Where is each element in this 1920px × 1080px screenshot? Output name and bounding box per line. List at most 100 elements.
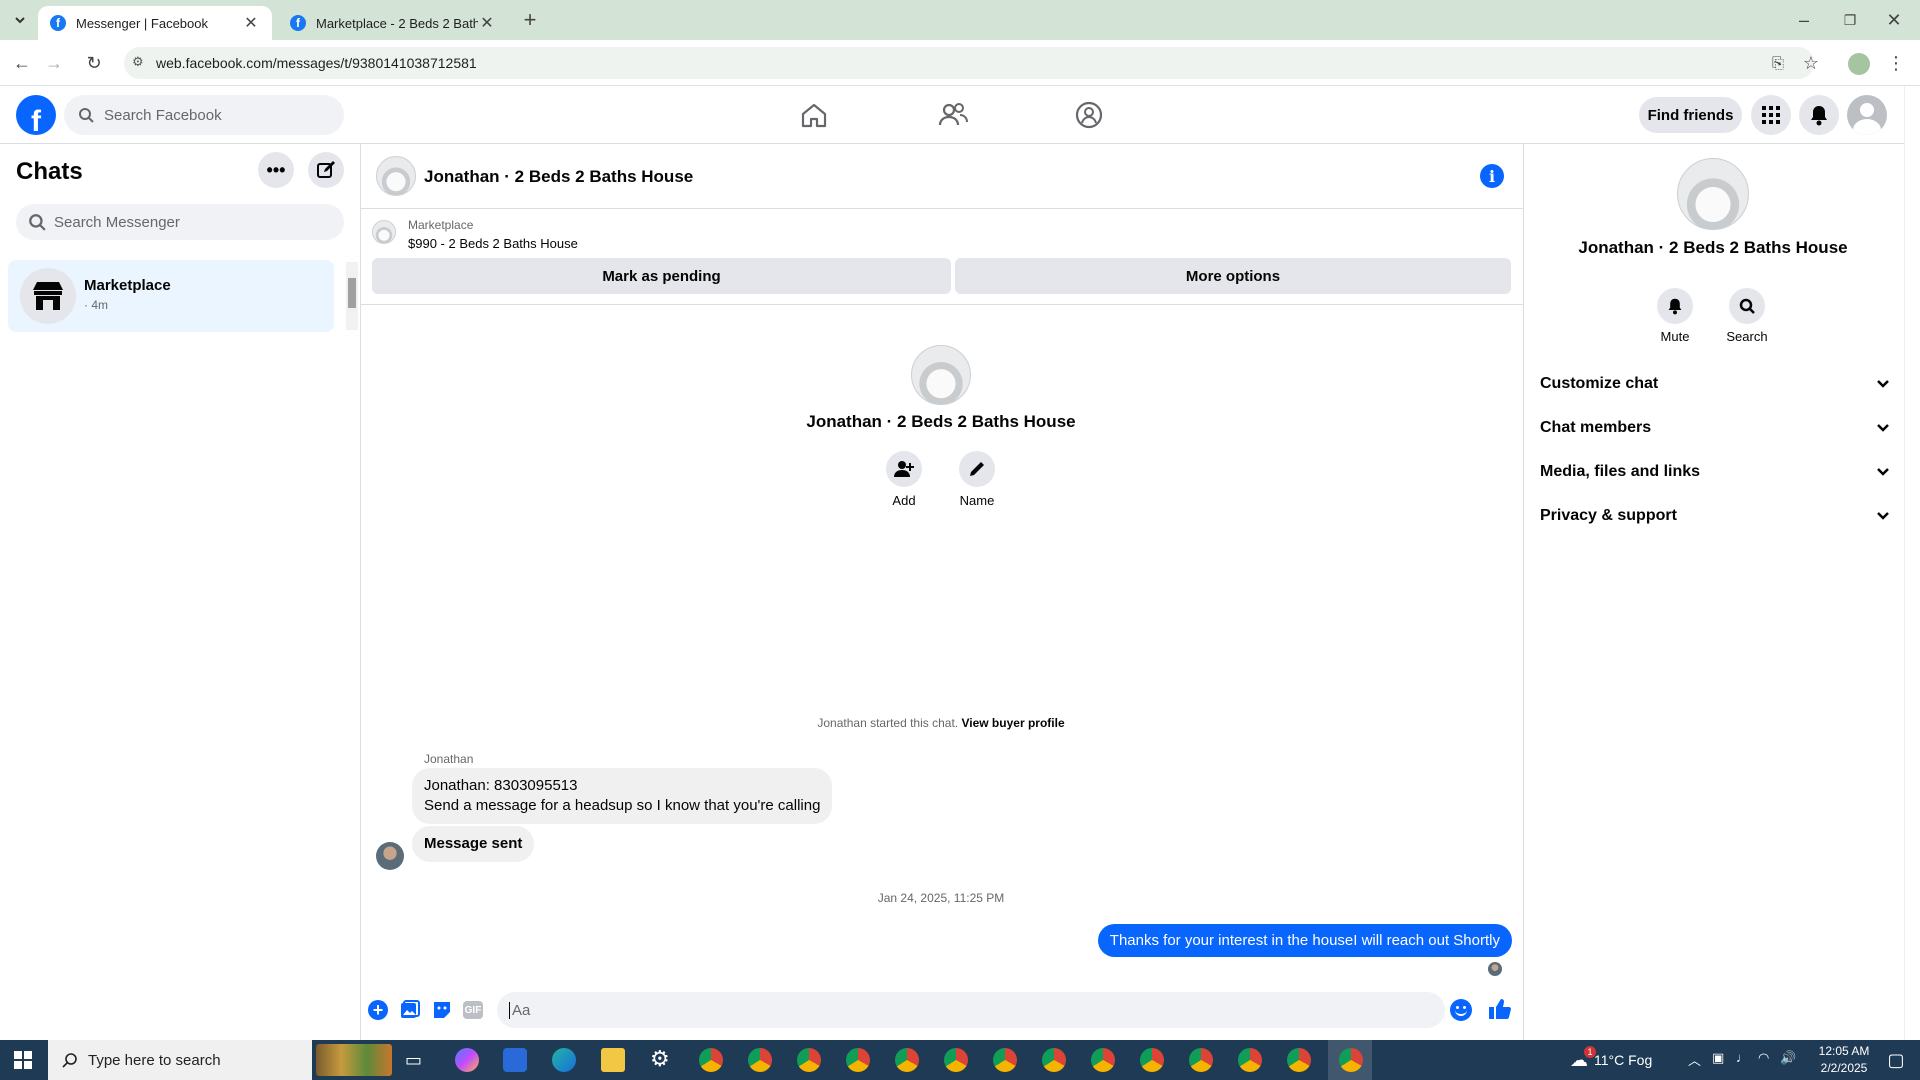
chrome-icon[interactable] [1238, 1048, 1262, 1072]
name-label: Name [959, 493, 995, 508]
outgoing-message-bubble[interactable]: Thanks for your interest in the houseI w… [1097, 924, 1512, 957]
copilot-icon[interactable] [455, 1048, 479, 1072]
volume-icon[interactable]: 🔊 [1780, 1050, 1796, 1066]
forward-button[interactable]: → [40, 49, 68, 77]
view-buyer-profile-link[interactable]: View buyer profile [961, 716, 1064, 730]
site-info-icon[interactable]: ⚙ [132, 54, 144, 70]
search-in-conversation-icon[interactable] [1729, 288, 1765, 324]
chrome-icon[interactable] [699, 1048, 723, 1072]
chrome-icon[interactable] [846, 1048, 870, 1072]
close-tab-icon[interactable]: ✕ [242, 13, 260, 33]
more-options-button[interactable]: More options [955, 258, 1511, 294]
mark-as-pending-button[interactable]: Mark as pending [372, 258, 951, 294]
taskbar-clock[interactable]: 12:05 AM 2/2/2025 [1808, 1043, 1880, 1077]
conversation-info-icon[interactable]: i [1480, 164, 1504, 188]
privacy-support-section[interactable]: Privacy & support [1540, 494, 1890, 538]
section-label: Customize chat [1540, 375, 1659, 392]
chrome-icon[interactable] [1140, 1048, 1164, 1072]
back-button[interactable]: ← [8, 49, 36, 77]
conversation-title[interactable]: Jonathan · 2 Beds 2 Baths House [424, 167, 693, 187]
url-field[interactable]: ⚙ web.facebook.com/messages/t/9380141038… [124, 47, 1814, 79]
minimize-button[interactable]: – [1790, 6, 1818, 34]
facebook-logo[interactable]: f [16, 95, 56, 135]
chrome-icon[interactable] [748, 1048, 772, 1072]
message-sent-bubble[interactable]: Message sent [412, 826, 535, 862]
chat-list-scrollbar[interactable] [346, 262, 358, 330]
chrome-icon[interactable] [797, 1048, 821, 1072]
chrome-icon[interactable] [895, 1048, 919, 1072]
sender-avatar[interactable] [376, 842, 404, 870]
tab-search-dropdown-icon[interactable] [6, 6, 34, 34]
listing-thumbnail[interactable] [372, 220, 396, 244]
new-tab-button[interactable]: + [516, 6, 544, 34]
conversation-avatar[interactable] [376, 156, 416, 196]
browser-menu-icon[interactable]: ⋮ [1882, 49, 1910, 77]
close-window-button[interactable]: ✕ [1880, 6, 1908, 34]
media-files-links-section[interactable]: Media, files and links [1540, 450, 1890, 494]
divider [360, 144, 361, 1040]
chrome-icon[interactable] [1042, 1048, 1066, 1072]
attach-image-icon[interactable] [400, 1000, 420, 1020]
bookmark-star-icon[interactable]: ☆ [1797, 49, 1825, 77]
notifications-bell-icon[interactable] [1799, 95, 1839, 135]
mute-bell-icon[interactable] [1657, 288, 1693, 324]
chat-list-item[interactable]: Marketplace · 4m [8, 260, 334, 332]
meet-now-icon[interactable]: ▣ [1712, 1050, 1724, 1066]
details-avatar[interactable] [1677, 158, 1749, 230]
network-icon[interactable]: ◠ [1758, 1050, 1769, 1066]
chrome-icon[interactable] [1189, 1048, 1213, 1072]
chrome-icon[interactable] [944, 1048, 968, 1072]
maximize-button[interactable]: ❐ [1836, 6, 1864, 34]
chevron-down-icon [1877, 468, 1889, 476]
settings-gear-icon[interactable]: ⚙ [650, 1046, 670, 1072]
windows-start-icon[interactable] [14, 1051, 32, 1069]
groups-icon[interactable] [1075, 101, 1103, 129]
show-hidden-icons-chevron-icon[interactable]: ︿ [1688, 1050, 1701, 1069]
tab-messenger[interactable]: f Messenger | Facebook ✕ [38, 6, 272, 40]
chrome-icon[interactable] [1339, 1048, 1363, 1072]
tab-marketplace[interactable]: f Marketplace - 2 Beds 2 Baths H ✕ [278, 6, 508, 40]
add-person-icon[interactable] [886, 451, 922, 487]
notification-center-icon[interactable]: ▢ [1880, 1044, 1912, 1076]
message-composer-input[interactable]: Aa [497, 992, 1445, 1028]
chrome-icon[interactable] [1091, 1048, 1115, 1072]
page-scrollbar[interactable] [1904, 86, 1920, 1040]
chats-options-icon[interactable]: ••• [258, 152, 294, 188]
microphone-icon[interactable]: ♩ [1736, 1050, 1749, 1065]
store-icon[interactable] [503, 1048, 527, 1072]
composer-placeholder: Aa [509, 1001, 530, 1019]
edge-icon[interactable] [552, 1048, 576, 1072]
thumbs-up-icon[interactable] [1488, 997, 1512, 1021]
weather-widget[interactable]: ☁ 1 11°C Fog [1570, 1040, 1652, 1080]
chat-members-section[interactable]: Chat members [1540, 406, 1890, 450]
sticker-icon[interactable] [432, 1000, 452, 1020]
more-actions-plus-icon[interactable]: + [368, 1000, 388, 1020]
find-friends-button[interactable]: Find friends [1639, 97, 1742, 133]
facebook-search-input[interactable]: Search Facebook [64, 95, 344, 135]
profile-icon[interactable] [1848, 53, 1870, 75]
messenger-search-input[interactable]: Search Messenger [16, 204, 344, 240]
facebook-favicon-icon: f [50, 15, 66, 31]
menu-grid-icon[interactable] [1751, 95, 1791, 135]
file-explorer-icon[interactable] [601, 1048, 625, 1072]
chrome-icon[interactable] [993, 1048, 1017, 1072]
listing-summary[interactable]: $990 - 2 Beds 2 Baths House [408, 236, 578, 251]
install-app-icon[interactable]: ⎘ [1764, 49, 1792, 77]
home-icon[interactable] [800, 102, 828, 128]
close-tab-icon[interactable]: ✕ [478, 13, 496, 33]
chrome-icon[interactable] [1287, 1048, 1311, 1072]
emoji-icon[interactable] [1450, 999, 1472, 1021]
edit-name-icon[interactable] [959, 451, 995, 487]
reload-button[interactable]: ↻ [80, 49, 108, 77]
incoming-message-bubble[interactable]: Jonathan: 8303095513 Send a message for … [412, 768, 833, 824]
new-message-icon[interactable] [308, 152, 344, 188]
friends-icon[interactable] [938, 102, 968, 128]
account-avatar[interactable] [1847, 95, 1887, 135]
search-highlights-image[interactable] [316, 1044, 392, 1076]
gif-icon[interactable]: GIF [463, 1001, 483, 1019]
customize-chat-section[interactable]: Customize chat [1540, 362, 1890, 406]
taskbar-search-input[interactable]: Type here to search [48, 1040, 312, 1080]
conversation-profile-avatar[interactable] [911, 345, 971, 405]
search-icon [62, 1053, 77, 1068]
task-view-icon[interactable]: ▭ [405, 1050, 422, 1071]
